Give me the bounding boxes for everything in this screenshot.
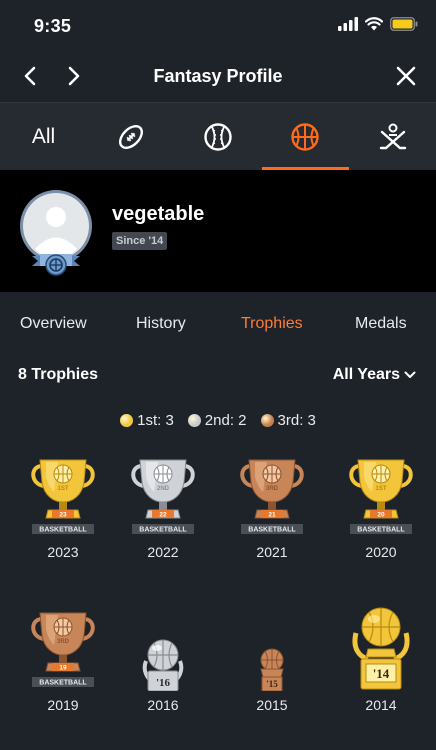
tab-overview[interactable]: Overview [20,315,87,333]
trophy-year: 2020 [365,544,397,560]
legend-item: 2nd: 2 [187,408,247,432]
trophy-ribbon: BASKETBALL [357,527,405,534]
trophy-place: 3RD [266,486,279,492]
status-time: 9:35 [34,16,72,36]
trophy-cup-icon: 1ST 20 BASKETBALL [336,450,426,538]
trophy-item[interactable]: 3RD 19 BASKETBALL 2019 [18,603,108,713]
username: vegetable [112,203,205,225]
trophy-year: 2019 [47,697,79,713]
trophy-place: 1ST [375,486,386,492]
legend-item: 1st: 3 [120,408,174,432]
baseball-icon [203,123,232,151]
basketball-trophy-icon: '15 [227,603,317,691]
avatar[interactable] [18,188,94,280]
trophy-item[interactable]: 1ST 20 BASKETBALL 2020 [336,450,426,560]
basketball-icon [291,123,319,151]
trophy-item[interactable]: '15 2015 [227,603,317,713]
tab-hockey[interactable] [349,103,436,171]
year-filter-label: All Years [332,366,400,383]
football-icon [118,125,143,149]
signal-icon [338,16,358,36]
battery-icon [390,16,418,36]
legend-dot [260,413,274,427]
tab-football[interactable] [87,103,174,171]
trophy-season: 22 [159,512,167,519]
close-button[interactable] [392,62,420,90]
since-badge: Since '14 [112,232,168,250]
trophy-cup-icon: 2ND 22 BASKETBALL [118,450,208,538]
trophy-year: 2015 [256,697,288,713]
trophy-year: 2022 [147,544,179,560]
trophy-season: '15 [266,679,278,689]
trophy-item[interactable]: 1ST 23 BASKETBALL 2023 [18,450,108,560]
legend-label: 1st: 3 [137,411,174,429]
trophy-place: 1ST [57,486,68,492]
tab-baseball[interactable] [174,103,261,171]
trophy-ribbon: BASKETBALL [248,527,296,534]
hockey-icon [379,123,406,150]
legend-label: 2nd: 2 [204,411,247,429]
nav-header: Fantasy Profile [0,50,436,102]
trophy-summary-row: 8 Trophies All Years [0,352,436,396]
basketball-trophy-icon: '16 [118,603,208,691]
basketball-trophy-icon: '14 [336,603,426,691]
chevron-down-icon [404,371,416,378]
trophy-item[interactable]: 2ND 22 BASKETBALL 2022 [118,450,208,560]
tab-trophies[interactable]: Trophies [241,315,303,333]
profile-card: vegetable Since '14 [0,170,436,292]
trophy-season: '16 [156,677,171,689]
trophy-item[interactable]: '14 2014 [336,603,426,713]
year-filter-dropdown[interactable]: All Years [333,366,416,384]
legend-item: 3rd: 3 [260,408,316,432]
trophy-year: 2023 [47,544,79,560]
legend-label: 3rd: 3 [277,411,316,429]
trophy-season: 19 [59,665,67,672]
trophy-season: 20 [377,512,385,519]
legend-dot [120,413,134,427]
trophy-season: 23 [59,512,67,519]
tab-medals[interactable]: Medals [355,315,407,333]
trophy-year: 2014 [365,697,397,713]
sport-tabs: All [0,102,436,171]
trophy-item[interactable]: '16 2016 [118,603,208,713]
trophy-legend: 1st: 3 2nd: 2 3rd: 3 [0,408,436,432]
status-bar: 9:35 [0,0,436,50]
page-title: Fantasy Profile [153,66,283,86]
trophy-year: 2021 [256,544,288,560]
tab-history[interactable]: History [136,315,186,333]
trophy-place: 3RD [57,639,70,645]
trophy-ribbon: BASKETBALL [39,680,87,687]
trophy-ribbon: BASKETBALL [39,527,87,534]
status-icons [338,16,418,36]
tab-basketball[interactable] [261,103,349,171]
wifi-icon [364,16,384,36]
profile-sub-tabs: Overview History Trophies Medals [0,292,436,352]
trophy-year: 2016 [147,697,179,713]
trophy-cup-icon: 3RD 19 BASKETBALL [18,603,108,691]
trophy-season: 21 [268,512,276,519]
close-icon [396,66,416,86]
trophy-season: '14 [373,666,390,681]
trophy-cup-icon: 3RD 21 BASKETBALL [227,450,317,538]
tab-all[interactable]: All [0,103,87,171]
trophy-place: 2ND [157,486,170,492]
trophy-ribbon: BASKETBALL [139,527,187,534]
trophy-count: 8 Trophies [18,366,99,383]
trophy-item[interactable]: 3RD 21 BASKETBALL 2021 [227,450,317,560]
trophy-cup-icon: 1ST 23 BASKETBALL [18,450,108,538]
legend-dot [187,413,201,427]
